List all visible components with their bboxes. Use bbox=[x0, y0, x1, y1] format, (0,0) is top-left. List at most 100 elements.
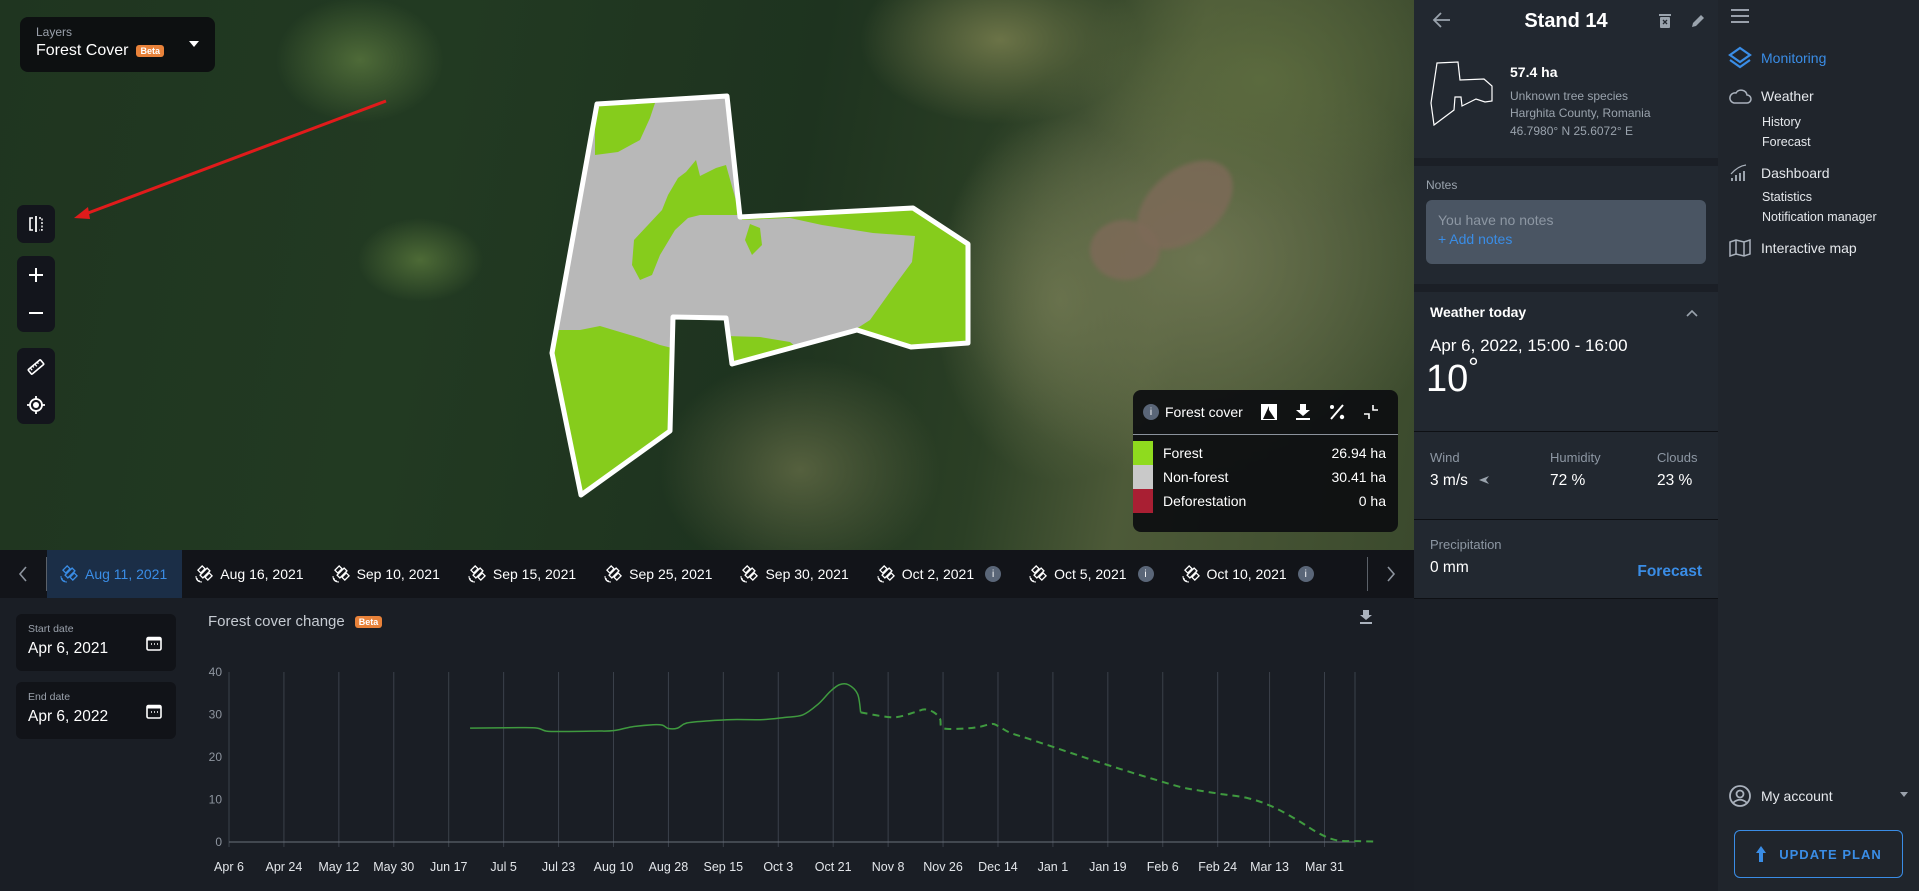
nav-item-interactive-map[interactable]: Interactive map bbox=[1728, 238, 1857, 258]
notes-box[interactable]: You have no notes + Add notes bbox=[1426, 200, 1706, 264]
nav-label: Weather bbox=[1761, 88, 1814, 104]
timeline-date-label: Oct 5, 2021 bbox=[1054, 566, 1127, 582]
precipitation-label: Precipitation bbox=[1430, 537, 1502, 552]
stand-header: Stand 14 57.4 ha Unknown tree species Ha… bbox=[1414, 0, 1718, 158]
weather-header: Weather today bbox=[1430, 304, 1527, 320]
weather-divider bbox=[1414, 431, 1718, 432]
edit-stand-button[interactable] bbox=[1690, 13, 1706, 34]
nav-subitem-notification-manager[interactable]: Notification manager bbox=[1762, 210, 1877, 224]
info-icon[interactable]: i bbox=[985, 566, 1002, 582]
annotation-arrow-line bbox=[79, 99, 387, 218]
my-account-menu[interactable]: My account bbox=[1728, 784, 1908, 808]
nav-label: Dashboard bbox=[1761, 165, 1830, 181]
nav-item-monitoring[interactable]: Monitoring bbox=[1728, 46, 1826, 70]
nav-label: Interactive map bbox=[1761, 240, 1857, 256]
timeline-date-item[interactable]: Sep 15, 2021 bbox=[455, 550, 591, 598]
timeline-date-item[interactable]: Sep 10, 2021 bbox=[319, 550, 455, 598]
stand-location: Harghita County, Romania bbox=[1510, 106, 1651, 120]
timeline-prev-button[interactable] bbox=[0, 550, 46, 598]
locate-icon bbox=[27, 396, 45, 414]
stand-coordinates: 46.7980° N 25.6072° E bbox=[1510, 124, 1634, 138]
chevron-down-icon bbox=[189, 41, 199, 47]
timeline-next-button[interactable] bbox=[1368, 550, 1414, 598]
map-view[interactable]: Layers Forest Cover Beta i Forest cover … bbox=[0, 0, 1414, 550]
y-tick-label: 40 bbox=[209, 665, 223, 679]
legend-download-button[interactable] bbox=[1286, 397, 1320, 427]
x-tick-label: Aug 10 bbox=[594, 860, 634, 874]
account-icon bbox=[1729, 785, 1751, 807]
timeline-items: Aug 11, 2021 Aug 16, 2021 Sep 10, 2021 Sep … bbox=[47, 550, 1367, 598]
satellite-icon bbox=[332, 565, 350, 583]
nav-item-weather[interactable]: Weather bbox=[1728, 87, 1814, 105]
locate-button[interactable] bbox=[17, 386, 55, 424]
info-icon[interactable]: i bbox=[1137, 566, 1154, 582]
timeline-date-item[interactable]: Sep 25, 2021 bbox=[591, 550, 727, 598]
layers-icon bbox=[1728, 46, 1752, 69]
legend-item: Deforestation 0 ha bbox=[1133, 489, 1398, 513]
forecast-series-line bbox=[860, 708, 1377, 843]
x-tick-label: Feb 24 bbox=[1198, 860, 1237, 874]
nav-item-dashboard[interactable]: Dashboard bbox=[1728, 163, 1830, 183]
menu-button[interactable] bbox=[1730, 8, 1750, 29]
x-tick-label: Oct 21 bbox=[815, 860, 852, 874]
timeline-date-label: Sep 10, 2021 bbox=[356, 566, 440, 582]
delete-stand-button[interactable] bbox=[1658, 13, 1672, 34]
nav-subitem-statistics[interactable]: Statistics bbox=[1762, 190, 1812, 204]
satellite-icon bbox=[1182, 565, 1200, 583]
update-plan-button[interactable]: UPDATE PLAN bbox=[1734, 830, 1903, 878]
clouds-label: Clouds bbox=[1657, 450, 1698, 465]
weather-divider bbox=[1414, 519, 1718, 520]
measure-button[interactable] bbox=[17, 348, 55, 386]
collapse-icon bbox=[1364, 405, 1378, 419]
zoom-out-button[interactable] bbox=[17, 294, 55, 332]
satellite-icon bbox=[195, 565, 214, 583]
x-tick-label: Apr 24 bbox=[266, 860, 303, 874]
collapse-weather-button[interactable] bbox=[1686, 304, 1698, 322]
timeline-date-item[interactable]: Sep 30, 2021 bbox=[727, 550, 863, 598]
legend-item: Forest 26.94 ha bbox=[1133, 441, 1398, 465]
timeline-date-label: Sep 30, 2021 bbox=[765, 566, 849, 582]
timeline-date-item[interactable]: Oct 5, 2021 i bbox=[1016, 550, 1168, 598]
contrast-icon bbox=[1261, 404, 1277, 420]
contrast-button[interactable] bbox=[1252, 397, 1286, 427]
x-tick-label: Sep 15 bbox=[704, 860, 744, 874]
ruler-icon bbox=[27, 359, 45, 375]
layers-selected: Forest Cover bbox=[36, 42, 129, 59]
image-date-timeline: Aug 11, 2021 Aug 16, 2021 Sep 10, 2021 Sep … bbox=[0, 550, 1414, 598]
x-tick-label: Jan 19 bbox=[1089, 860, 1127, 874]
x-tick-label: Nov 8 bbox=[872, 860, 905, 874]
legend-swatch bbox=[1133, 489, 1153, 513]
satellite-icon bbox=[877, 565, 895, 583]
notes-section: Notes You have no notes + Add notes bbox=[1414, 166, 1718, 284]
info-icon[interactable]: i bbox=[1297, 566, 1314, 582]
forest-change-panel: Start date Apr 6, 2021 End date Apr 6, 2… bbox=[0, 598, 1414, 891]
x-tick-label: Jul 5 bbox=[490, 860, 516, 874]
timeline-date-item[interactable]: Aug 11, 2021 bbox=[47, 550, 183, 598]
zoom-in-button[interactable] bbox=[17, 256, 55, 294]
percent-button[interactable] bbox=[1320, 397, 1354, 427]
timeline-date-item[interactable]: Oct 2, 2021 i bbox=[864, 550, 1016, 598]
forest-cover-chart: Apr 6 Apr 24 May 12 May 30 Jun 17 Jul 5 Jul 23… bbox=[209, 665, 1377, 874]
satellite-icon bbox=[468, 565, 486, 583]
split-view-button[interactable] bbox=[17, 205, 55, 243]
nav-label: Monitoring bbox=[1761, 50, 1827, 66]
forecast-link[interactable]: Forecast bbox=[1637, 563, 1702, 581]
legend-item-value: 0 ha bbox=[1358, 493, 1386, 509]
timeline-date-item[interactable]: Aug 16, 2021 bbox=[182, 550, 318, 598]
zoom-controls bbox=[17, 256, 55, 332]
wind-direction-icon bbox=[1479, 476, 1490, 484]
layers-selector[interactable]: Layers Forest Cover Beta bbox=[20, 17, 215, 72]
x-tick-label: Jun 17 bbox=[430, 860, 468, 874]
info-icon[interactable]: i bbox=[1143, 404, 1159, 420]
humidity-value: 72 % bbox=[1550, 472, 1586, 489]
timeline-date-label: Oct 2, 2021 bbox=[901, 566, 975, 582]
nav-subitem-forecast[interactable]: Forecast bbox=[1762, 135, 1811, 149]
collapse-legend-button[interactable] bbox=[1354, 397, 1388, 427]
timeline-date-label: Sep 25, 2021 bbox=[629, 566, 713, 582]
add-notes-link[interactable]: + Add notes bbox=[1438, 231, 1694, 247]
x-tick-label: Jan 1 bbox=[1038, 860, 1069, 874]
nav-subitem-history[interactable]: History bbox=[1762, 115, 1801, 129]
weather-temperature: 10° bbox=[1426, 352, 1479, 401]
timeline-date-item[interactable]: Oct 10, 2021 i bbox=[1169, 550, 1329, 598]
legend-panel: i Forest cover Forest 26.94 ha Non-forest 3… bbox=[1133, 390, 1398, 532]
